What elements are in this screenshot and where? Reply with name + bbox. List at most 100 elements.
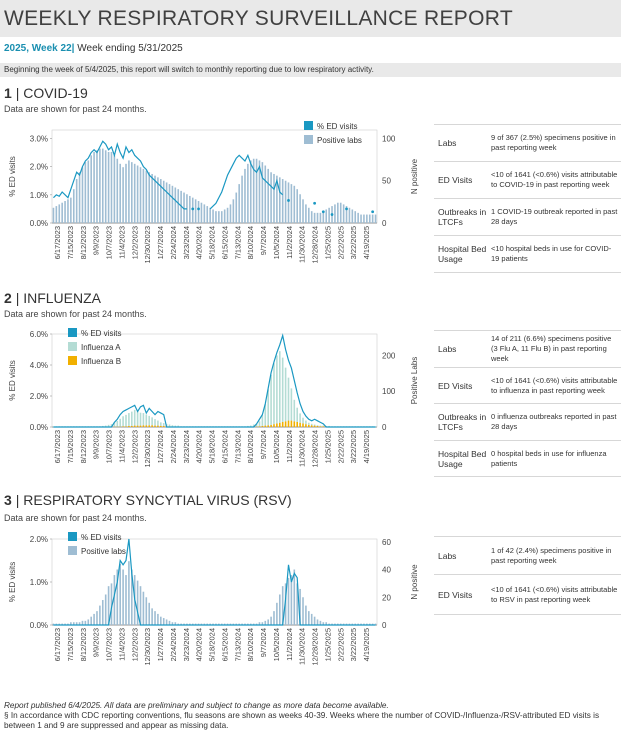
legend-swatch: [68, 546, 77, 555]
data-bar: [81, 620, 84, 625]
data-bar: [218, 211, 220, 223]
data-bar: [267, 389, 269, 426]
x-tick-label: 3/22/2025: [349, 628, 358, 661]
data-bar: [284, 180, 287, 223]
x-tick-label: 4/20/2024: [195, 430, 204, 463]
data-bar: [310, 425, 313, 427]
data-bar: [119, 418, 121, 427]
data-bar: [302, 597, 304, 625]
y-tick-label-right: 0: [382, 423, 387, 432]
y-tick-label-left: 3.0%: [30, 134, 48, 143]
x-tick-label: 12/30/2023: [143, 226, 152, 264]
data-bar: [293, 185, 296, 223]
data-bar: [264, 425, 267, 427]
row-value: 0 influenza outbreaks reported in past 2…: [489, 403, 621, 441]
data-bar: [194, 199, 197, 223]
rsv-summary-table: Labs 1 of 42 (2.4%) specimens positive in…: [434, 536, 621, 615]
row-value: <10 of 1641 (<0.6%) visits attributable …: [489, 161, 621, 199]
x-tick-label: 12/30/2023: [143, 628, 152, 666]
data-bar: [168, 424, 171, 427]
row-label: Labs: [434, 124, 489, 162]
data-bar: [75, 179, 78, 223]
ed-visits-point: [321, 210, 325, 214]
ed-visits-point: [287, 199, 290, 202]
data-bar: [313, 425, 316, 427]
data-bar: [261, 162, 264, 223]
data-bar: [119, 163, 121, 223]
legend-label: % ED visits: [81, 533, 121, 542]
x-tick-label: 10/7/2023: [105, 628, 114, 661]
data-bar: [296, 189, 298, 223]
y-tick-label-left: 6.0%: [30, 330, 48, 339]
data-bar: [273, 173, 275, 223]
data-bar: [273, 363, 275, 425]
data-bar: [270, 374, 272, 425]
section-subtitle-covid: Data are shown for past 24 months.: [4, 104, 147, 114]
data-bar: [165, 619, 168, 625]
data-bar: [165, 182, 168, 223]
data-bar: [322, 425, 325, 427]
y-tick-label-left: 1.0%: [30, 191, 48, 200]
data-bar: [139, 412, 142, 426]
y-tick-label-left: 2.0%: [30, 392, 48, 401]
data-bar: [278, 594, 281, 625]
x-tick-label: 12/28/2024: [311, 430, 320, 468]
data-bar: [151, 425, 153, 427]
data-bar: [70, 197, 72, 223]
data-bar: [101, 148, 104, 223]
data-bar: [287, 420, 290, 427]
data-bar: [287, 377, 290, 421]
legend-swatch: [304, 121, 313, 130]
data-bar: [325, 209, 328, 223]
data-bar: [310, 211, 313, 223]
x-tick-label: 10/5/2024: [272, 226, 281, 259]
data-bar: [261, 415, 264, 426]
data-bar: [322, 426, 325, 427]
ed-visits-point: [313, 201, 317, 205]
data-bar: [174, 187, 177, 223]
data-bar: [270, 424, 272, 427]
x-tick-label: 11/30/2024: [298, 226, 307, 263]
data-bar: [197, 201, 200, 223]
x-tick-label: 10/5/2024: [272, 430, 281, 463]
data-bar: [84, 162, 87, 223]
data-bar: [281, 357, 284, 422]
x-tick-label: 2/22/2025: [336, 628, 345, 661]
data-bar: [284, 367, 287, 422]
data-bar: [273, 611, 275, 625]
data-bar: [136, 425, 139, 427]
data-bar: [293, 421, 296, 427]
x-tick-label: 4/19/2025: [362, 628, 371, 661]
data-bar: [145, 414, 148, 426]
data-bar: [93, 613, 95, 625]
data-bar: [220, 211, 223, 223]
data-bar: [203, 204, 206, 223]
rsv-chart: 0.0% 1.0% 2.0% 0 20 40 60 % ED visits N positive…: [8, 532, 419, 666]
data-bar: [313, 616, 316, 625]
data-bar: [157, 425, 159, 427]
data-bar: [90, 155, 92, 223]
data-bar: [128, 160, 130, 223]
data-bar: [206, 206, 209, 223]
x-tick-label: 12/2/2023: [130, 226, 139, 259]
legend-swatch: [68, 532, 77, 541]
x-tick-label: 9/7/2024: [259, 430, 268, 459]
data-bar: [133, 409, 136, 426]
data-bar: [64, 201, 66, 223]
data-bar: [84, 620, 87, 625]
data-bar: [281, 179, 284, 223]
data-bar: [267, 168, 269, 223]
data-bar: [276, 602, 278, 625]
data-bar: [368, 214, 371, 223]
data-bar: [122, 416, 124, 427]
data-bar: [302, 417, 304, 424]
y-tick-label-left: 4.0%: [30, 361, 48, 370]
data-bar: [145, 425, 148, 427]
data-bar: [157, 420, 159, 426]
data-bar: [305, 605, 307, 625]
data-bar: [310, 613, 313, 625]
section-number: 1: [4, 85, 12, 101]
x-tick-label: 12/28/2024: [311, 628, 320, 666]
x-tick-label: 9/7/2024: [259, 628, 268, 657]
data-bar: [200, 202, 203, 223]
